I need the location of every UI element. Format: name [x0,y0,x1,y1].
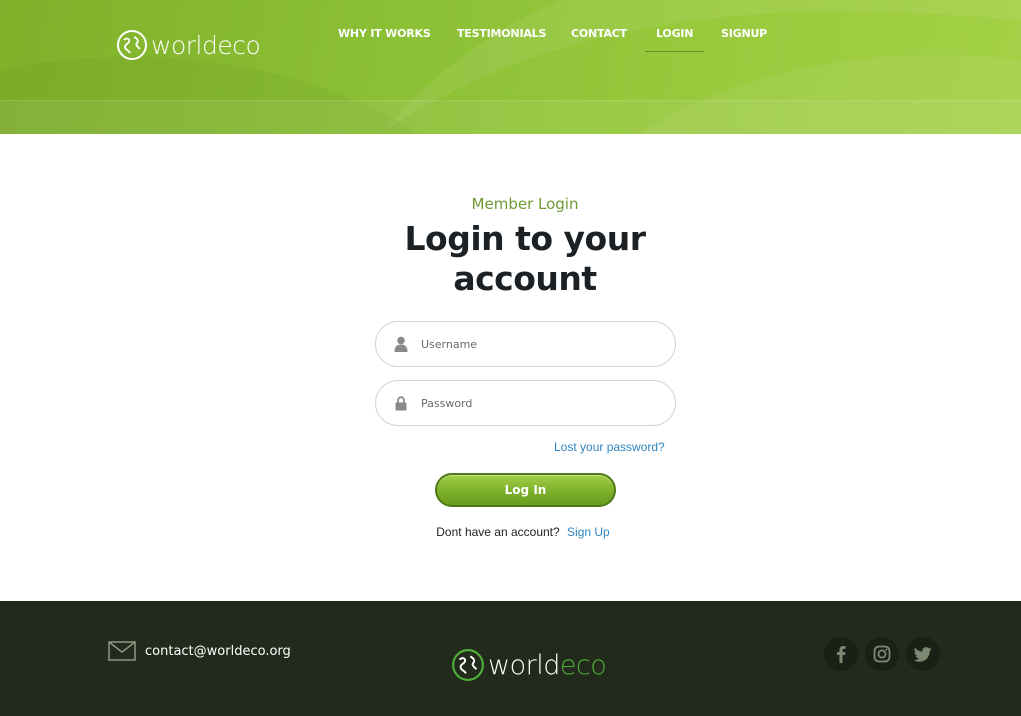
page-title: Login to your account [0,219,1021,299]
main-nav: WHY IT WORKS TESTIMONIALS CONTACT LOGIN … [0,27,1021,57]
site-footer: contact@worldeco.org worldeco [0,601,1021,716]
no-account-text: Dont have an account? [436,525,560,539]
site-header: worldeco WHY IT WORKS TESTIMONIALS CONTA… [0,0,1021,134]
facebook-icon[interactable] [824,637,858,671]
password-field[interactable] [375,380,676,426]
nav-signup[interactable]: SIGNUP [721,27,767,53]
nav-login[interactable]: LOGIN [644,27,705,53]
instagram-icon[interactable] [865,637,899,671]
footer-logo-text: worldeco [488,649,607,681]
signup-prompt: Dont have an account? Sign Up [0,525,1021,539]
nav-contact[interactable]: CONTACT [571,27,627,53]
user-icon [393,335,409,353]
globe-icon [452,649,484,681]
footer-logo-world: world [488,649,560,681]
footer-logo[interactable]: worldeco [451,648,607,682]
page-title-line1: Login to your [404,219,647,258]
lost-password-link[interactable]: Lost your password? [554,440,665,454]
username-field[interactable] [375,321,676,367]
contact-email-link[interactable]: contact@worldeco.org [145,644,291,659]
nav-testimonials[interactable]: TESTIMONIALS [457,27,546,53]
footer-logo-eco: eco [559,649,607,681]
page-title-line2: account [453,259,597,298]
password-input[interactable] [421,383,651,423]
login-button[interactable]: Log In [435,473,616,507]
lock-icon [393,394,409,412]
header-band [0,100,1021,134]
twitter-icon[interactable] [906,637,940,671]
nav-why-it-works[interactable]: WHY IT WORKS [338,27,431,53]
footer-contact: contact@worldeco.org [108,641,291,661]
member-login-label: Member Login [471,195,579,213]
username-input[interactable] [421,324,651,364]
signup-link[interactable]: Sign Up [567,525,610,539]
mail-icon [108,641,136,661]
